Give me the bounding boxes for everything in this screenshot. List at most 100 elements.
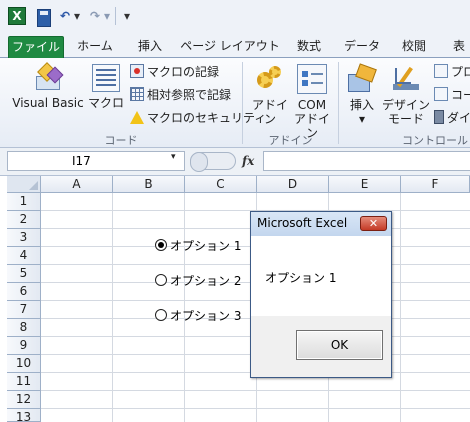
option-button-label: オプション 2 <box>170 273 242 288</box>
row-header-10[interactable]: 10 <box>7 355 41 373</box>
insert-control-button[interactable]: 挿入 ▾ <box>344 63 380 126</box>
properties-button[interactable]: プロ <box>434 62 470 80</box>
record-macro-button[interactable]: マクロの記録 <box>130 62 219 80</box>
redo-icon[interactable]: ↷ <box>88 7 102 25</box>
view-code-icon <box>434 87 448 101</box>
record-macro-label: マクロの記録 <box>147 64 220 79</box>
com-addins-label-1: COM <box>297 98 327 112</box>
row-header-12[interactable]: 12 <box>7 391 41 409</box>
toolbar-separator <box>115 7 116 25</box>
message-box-dialog: Microsoft Excel ✕ オプション 1 OK <box>250 211 392 378</box>
gear-icon <box>255 64 285 94</box>
formula-input[interactable] <box>263 151 470 171</box>
chevron-down-icon: ▾ <box>358 112 366 126</box>
undo-icon[interactable]: ↶ <box>58 7 72 25</box>
row-header-9[interactable]: 9 <box>7 337 41 355</box>
sheet-margin <box>0 176 7 422</box>
row-header-13[interactable]: 13 <box>7 409 41 422</box>
quick-access-toolbar: X ↶ ▾ ↷ ▾ ▾ <box>0 0 470 32</box>
tab-view[interactable]: 表 <box>449 36 470 58</box>
column-header-b[interactable]: B <box>113 176 185 193</box>
relative-reference-icon <box>130 87 144 101</box>
macro-icon <box>92 64 120 92</box>
dialog-message: オプション 1 <box>265 271 337 285</box>
ok-button[interactable]: OK <box>296 330 383 360</box>
design-mode-label-1: デザイン <box>382 98 431 112</box>
relative-reference-label: 相対参照で記録 <box>147 87 232 102</box>
column-header-d[interactable]: D <box>257 176 329 193</box>
controls-group-label: コントロール <box>402 134 468 147</box>
tab-insert[interactable]: 挿入 <box>130 36 170 58</box>
view-code-label: コー <box>451 87 470 102</box>
option-button-label: オプション 3 <box>170 308 242 323</box>
ribbon-developer: Visual Basic マクロ マクロの記録 相対参照で記録 マクロのセキュリ… <box>0 58 470 148</box>
name-box[interactable]: I17 <box>7 151 185 171</box>
relative-reference-button[interactable]: 相対参照で記録 <box>130 85 231 103</box>
option-button-1[interactable]: オプション 1 <box>155 237 241 253</box>
design-mode-label-2: モード <box>387 112 424 126</box>
formula-bar-resize-handle[interactable] <box>190 152 236 172</box>
design-mode-button[interactable]: デザイン モード <box>382 64 430 126</box>
row-header-7[interactable]: 7 <box>7 301 41 319</box>
macro-label: マクロ <box>88 96 125 110</box>
excel-icon[interactable]: X <box>8 7 26 25</box>
ribbon-tabs: ファイル ホーム 挿入 ページ レイアウト 数式 データ 校閲 表 <box>0 32 470 58</box>
design-mode-icon <box>391 64 421 94</box>
worksheet-grid: A B C D E F 1 2 3 4 5 6 7 8 9 10 11 12 1… <box>0 176 470 422</box>
row-header-8[interactable]: 8 <box>7 319 41 337</box>
row-header-3[interactable]: 3 <box>7 229 41 247</box>
properties-icon <box>434 64 448 78</box>
radio-selected-icon <box>155 239 167 251</box>
formula-bar: I17 fx <box>0 148 470 176</box>
tab-page-layout[interactable]: ページ レイアウト <box>180 36 280 58</box>
visual-basic-button[interactable]: Visual Basic <box>12 62 84 110</box>
insert-control-icon <box>347 63 377 94</box>
tab-formulas[interactable]: 数式 <box>289 36 329 58</box>
row-header-6[interactable]: 6 <box>7 283 41 301</box>
visual-basic-icon <box>34 62 64 92</box>
tab-data[interactable]: データ <box>337 36 387 58</box>
option-button-2[interactable]: オプション 2 <box>155 272 241 288</box>
row-header-2[interactable]: 2 <box>7 211 41 229</box>
insert-function-icon[interactable]: fx <box>242 154 254 168</box>
tab-file[interactable]: ファイル <box>8 36 64 58</box>
view-code-button[interactable]: コー <box>434 85 470 103</box>
radio-icon <box>155 274 167 286</box>
visual-basic-label: Visual Basic <box>12 96 84 110</box>
run-dialog-button[interactable]: ダイ <box>434 108 470 126</box>
undo-dropdown-icon[interactable]: ▾ <box>73 7 81 25</box>
row-header-5[interactable]: 5 <box>7 265 41 283</box>
radio-icon <box>155 309 167 321</box>
row-header-4[interactable]: 4 <box>7 247 41 265</box>
option-button-label: オプション 1 <box>170 238 242 253</box>
name-box-dropdown-icon[interactable]: ▾ <box>171 152 183 164</box>
group-separator <box>338 62 339 144</box>
warning-icon <box>130 110 144 124</box>
addins-label: アドイン <box>251 98 288 126</box>
row-header-11[interactable]: 11 <box>7 373 41 391</box>
addins-group-label: アドイン <box>268 134 313 147</box>
select-all-button[interactable] <box>7 176 41 193</box>
column-header-f[interactable]: F <box>401 176 470 193</box>
code-group-label: コード <box>104 134 138 147</box>
close-icon[interactable]: ✕ <box>360 216 387 231</box>
macro-security-button[interactable]: マクロのセキュリティ <box>130 108 266 126</box>
column-header-e[interactable]: E <box>329 176 401 193</box>
option-button-3[interactable]: オプション 3 <box>155 307 241 323</box>
column-header-a[interactable]: A <box>41 176 113 193</box>
record-macro-icon <box>130 64 144 78</box>
customize-toolbar-icon[interactable]: ▾ <box>122 7 132 25</box>
column-header-c[interactable]: C <box>185 176 257 193</box>
macro-button[interactable]: マクロ <box>88 64 124 110</box>
save-icon[interactable] <box>37 9 51 27</box>
tab-review[interactable]: 校閲 <box>392 36 436 58</box>
run-dialog-label: ダイ <box>447 110 470 125</box>
insert-control-label: 挿入 <box>349 98 374 112</box>
tab-home[interactable]: ホーム <box>70 36 120 58</box>
row-header-1[interactable]: 1 <box>7 193 41 211</box>
properties-label: プロ <box>451 64 470 79</box>
addins-button[interactable]: アドイン <box>248 64 292 126</box>
redo-dropdown-icon[interactable]: ▾ <box>103 7 111 25</box>
run-dialog-icon <box>434 110 444 124</box>
com-addins-button[interactable]: COM アドイン <box>292 64 332 140</box>
